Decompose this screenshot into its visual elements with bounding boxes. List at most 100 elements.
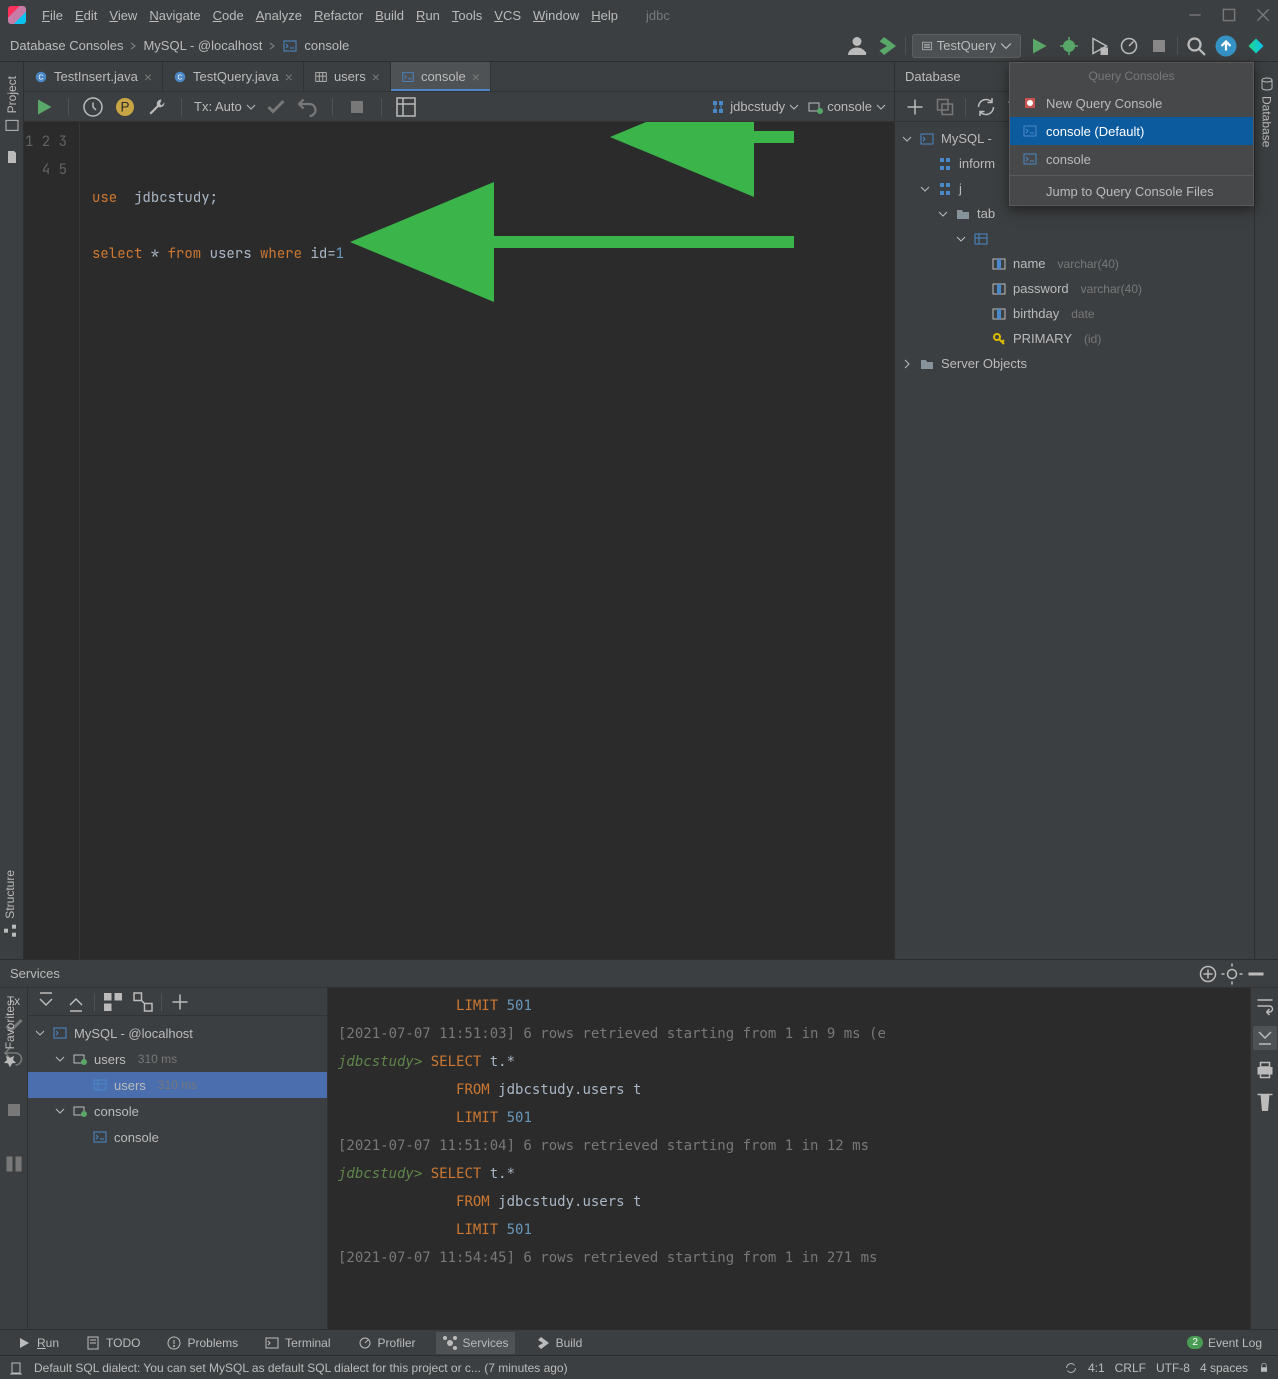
tree-row[interactable]: namevarchar(40) <box>895 251 1254 276</box>
popup-item[interactable]: console (Default) <box>1010 117 1253 145</box>
sync-icon[interactable] <box>1064 1361 1078 1375</box>
maximize-button[interactable] <box>1222 8 1236 22</box>
popup-item[interactable]: console <box>1010 145 1253 173</box>
editor-tab[interactable]: console× <box>391 62 491 91</box>
bottom-tab-profiler[interactable]: Profiler <box>351 1332 422 1354</box>
menu-build[interactable]: Build <box>369 4 410 27</box>
group-button[interactable] <box>101 990 125 1014</box>
menu-file[interactable]: File <box>36 4 69 27</box>
service-tree-row[interactable]: users310 ms <box>28 1072 327 1098</box>
database-tree[interactable]: MySQL -informjtabnamevarchar(40)password… <box>895 122 1254 959</box>
jetbrains-toolbox-icon[interactable] <box>1244 34 1268 58</box>
caret-position[interactable]: 4:1 <box>1088 1361 1105 1375</box>
indent[interactable]: 4 spaces <box>1200 1361 1248 1375</box>
menu-code[interactable]: Code <box>207 4 250 27</box>
close-icon[interactable]: × <box>472 69 480 85</box>
bottom-tab-run[interactable]: Run <box>10 1332 65 1354</box>
service-tree-row[interactable]: users310 ms <box>28 1046 327 1072</box>
debug-button[interactable] <box>1057 34 1081 58</box>
tree-row[interactable] <box>895 226 1254 251</box>
gear-icon[interactable] <box>1220 962 1244 986</box>
ungroup-button[interactable] <box>131 990 155 1014</box>
services-tree[interactable]: MySQL - @localhostusers310 msusers310 ms… <box>28 1016 327 1329</box>
rollback-button[interactable] <box>296 95 320 119</box>
breadcrumb-item[interactable]: MySQL - @localhost <box>143 38 262 53</box>
favorites-tool-tab[interactable]: Favorites <box>2 1000 18 1069</box>
wrench-button[interactable] <box>145 95 169 119</box>
scroll-end-button[interactable] <box>1253 1026 1277 1050</box>
database-tool-tab[interactable]: Database <box>1257 70 1277 153</box>
hide-button[interactable] <box>1244 962 1268 986</box>
menu-refactor[interactable]: Refactor <box>308 4 369 27</box>
bottom-tab-build[interactable]: Build <box>529 1332 589 1354</box>
execute-button[interactable] <box>32 95 56 119</box>
run-button[interactable] <box>1027 34 1051 58</box>
menu-analyze[interactable]: Analyze <box>250 4 308 27</box>
tree-row[interactable]: birthdaydate <box>895 301 1254 326</box>
column-button[interactable] <box>2 1152 26 1176</box>
chevron-icon[interactable] <box>919 186 931 192</box>
services-output[interactable]: LIMIT 501 [2021-07-07 11:51:03] 6 rows r… <box>328 988 1250 1329</box>
run-config-combo[interactable]: TestQuery <box>912 34 1021 58</box>
menu-edit[interactable]: Edit <box>69 4 103 27</box>
menu-navigate[interactable]: Navigate <box>143 4 206 27</box>
console-switcher[interactable]: console <box>807 99 886 115</box>
code-content[interactable]: use jdbcstudy; select * from users where… <box>80 122 894 959</box>
history-button[interactable] <box>81 95 105 119</box>
minimize-button[interactable] <box>1188 8 1202 22</box>
bottom-tab-todo[interactable]: TODO <box>79 1332 146 1354</box>
coverage-button[interactable] <box>1087 34 1111 58</box>
chevron-icon[interactable] <box>955 236 967 242</box>
service-tree-row[interactable]: MySQL - @localhost <box>28 1020 327 1046</box>
stop-button[interactable] <box>1147 34 1171 58</box>
profile-button[interactable] <box>1117 34 1141 58</box>
bottom-tab-problems[interactable]: Problems <box>160 1332 244 1354</box>
build-button[interactable] <box>875 34 899 58</box>
breadcrumb[interactable]: Database Consoles MySQL - @localhost con… <box>10 38 349 54</box>
close-icon[interactable]: × <box>144 69 152 85</box>
add-button[interactable] <box>903 95 927 119</box>
print-button[interactable] <box>1253 1058 1277 1082</box>
service-tree-row[interactable]: console <box>28 1098 327 1124</box>
duplicate-button[interactable] <box>933 95 957 119</box>
line-separator[interactable]: CRLF <box>1115 1361 1146 1375</box>
info-icon[interactable] <box>8 1360 24 1376</box>
tree-row[interactable]: PRIMARY(id) <box>895 326 1254 351</box>
stop-query-button[interactable] <box>345 95 369 119</box>
breadcrumb-item[interactable]: Database Consoles <box>10 38 123 53</box>
pending-button[interactable]: P <box>113 95 137 119</box>
service-tree-row[interactable]: console <box>28 1124 327 1150</box>
add-content-button[interactable] <box>1196 962 1220 986</box>
bottom-tab-terminal[interactable]: Terminal <box>258 1332 336 1354</box>
chevron-icon[interactable] <box>901 359 913 369</box>
idea-update-icon[interactable] <box>1214 34 1238 58</box>
add-service-button[interactable] <box>168 990 192 1014</box>
encoding[interactable]: UTF-8 <box>1156 1361 1190 1375</box>
wrap-button[interactable] <box>1253 994 1277 1018</box>
chevron-icon[interactable] <box>937 211 949 217</box>
project-tool-tab[interactable]: Project <box>2 70 22 139</box>
lock-icon[interactable] <box>1258 1362 1270 1374</box>
commit-button[interactable] <box>264 95 288 119</box>
file-icon[interactable] <box>4 149 20 165</box>
explain-plan-button[interactable] <box>394 95 418 119</box>
menu-run[interactable]: Run <box>410 4 446 27</box>
breadcrumb-item[interactable]: console <box>304 38 349 53</box>
popup-item[interactable]: New Query Console <box>1010 89 1253 117</box>
menu-tools[interactable]: Tools <box>446 4 488 27</box>
editor-tab[interactable]: CTestQuery.java× <box>163 62 304 91</box>
event-log-tab[interactable]: 2Event Log <box>1181 1333 1268 1353</box>
editor-tab[interactable]: users× <box>304 62 391 91</box>
popup-item[interactable]: Jump to Query Console Files <box>1010 178 1253 205</box>
editor-tab[interactable]: CTestInsert.java× <box>24 62 163 91</box>
chevron-icon[interactable] <box>901 136 913 142</box>
close-icon[interactable]: × <box>285 69 293 85</box>
close-button[interactable] <box>1256 8 1270 22</box>
close-icon[interactable]: × <box>372 69 380 85</box>
structure-tool-tab[interactable]: Structure <box>2 870 18 939</box>
bottom-tab-services[interactable]: Services <box>436 1332 515 1354</box>
schema-switcher[interactable]: jdbcstudy <box>710 99 799 115</box>
collapse-button[interactable] <box>64 990 88 1014</box>
user-button[interactable] <box>845 34 869 58</box>
clear-button[interactable] <box>1253 1090 1277 1114</box>
